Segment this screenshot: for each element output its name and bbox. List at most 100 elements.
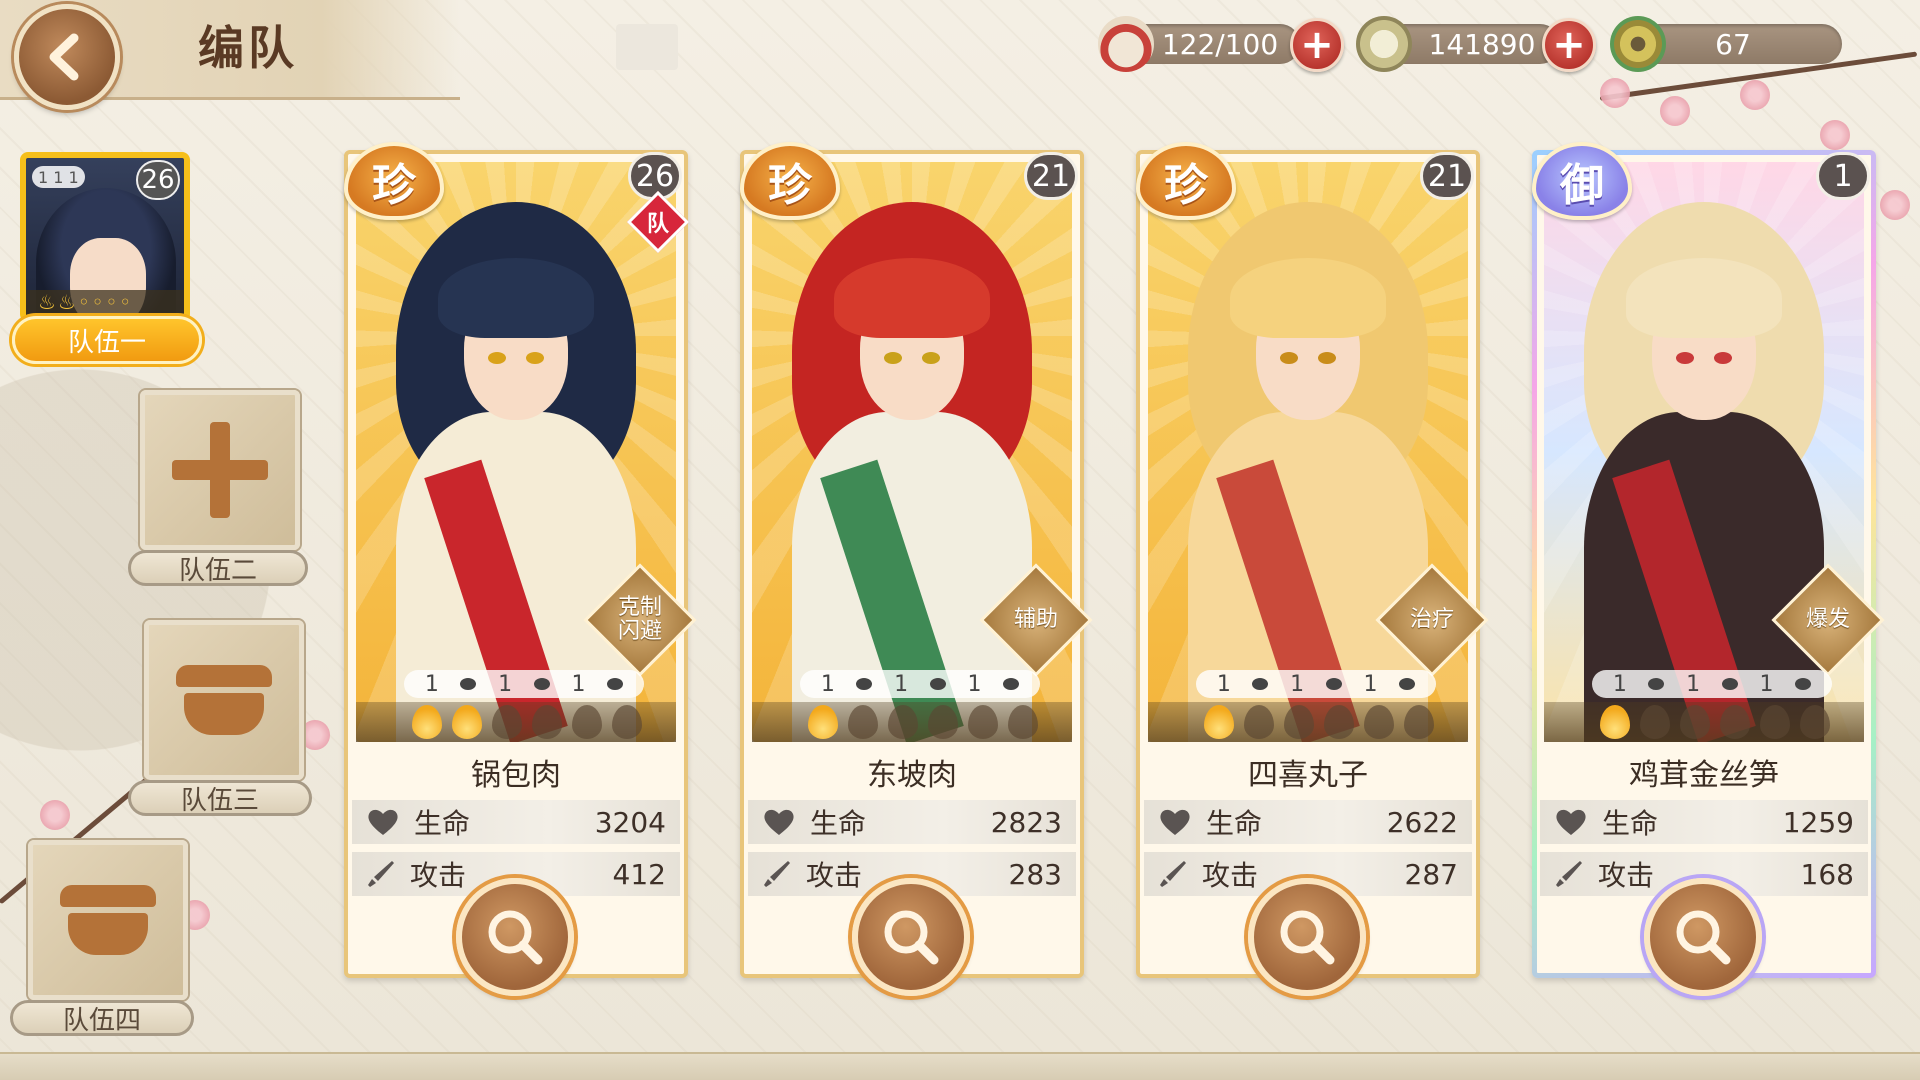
flame-icon bbox=[532, 705, 562, 739]
team-one-label[interactable]: 队伍一 bbox=[12, 316, 202, 364]
skill-level: 1 bbox=[1759, 671, 1774, 697]
character-card[interactable]: 珍 21 辅助 111 东坡肉 生命 2823 攻击 283 bbox=[740, 142, 1093, 996]
plus-icon: + bbox=[1300, 22, 1334, 68]
coin-icon bbox=[1356, 16, 1412, 72]
hp-row: 生命 1259 bbox=[1540, 800, 1868, 844]
flame-icon bbox=[452, 705, 482, 739]
bottom-strip bbox=[0, 1052, 1920, 1080]
character-card[interactable]: 珍 26 队 克制 闪避 111 锅包肉 生命 3204 攻击 412 bbox=[344, 142, 697, 996]
heart-icon bbox=[1556, 809, 1586, 835]
flame-icon bbox=[1640, 705, 1670, 739]
skill-level: 1 bbox=[894, 671, 909, 697]
eye bbox=[526, 352, 544, 364]
eye bbox=[922, 352, 940, 364]
view-details-button[interactable] bbox=[852, 878, 970, 996]
flame-icon bbox=[808, 705, 838, 739]
atk-value: 283 bbox=[1008, 857, 1062, 891]
skill-level: 1 bbox=[1216, 671, 1231, 697]
skill-strip: 1 1 1 bbox=[800, 670, 1040, 698]
character-name: 四喜丸子 bbox=[1248, 758, 1368, 793]
lock-icon bbox=[60, 885, 156, 955]
page-title: 编队 bbox=[198, 21, 298, 75]
hp-label: 生命 bbox=[414, 807, 471, 840]
flame-icon bbox=[412, 705, 442, 739]
blossom-decoration bbox=[1600, 78, 1630, 108]
flame-icon bbox=[1720, 705, 1750, 739]
hair-front bbox=[1230, 258, 1386, 338]
team-two-slot[interactable] bbox=[140, 390, 300, 550]
skill-level: 1 bbox=[498, 671, 513, 697]
hp-row: 生命 2622 bbox=[1144, 800, 1472, 844]
lock-icon bbox=[176, 665, 272, 735]
eye-skill-icon bbox=[1648, 678, 1665, 690]
character-name: 锅包肉 bbox=[471, 758, 561, 793]
skill-level: 1 bbox=[967, 671, 982, 697]
team-three-label[interactable]: 队伍三 bbox=[128, 780, 312, 816]
add-coin-button[interactable]: + bbox=[1542, 18, 1596, 72]
flame-icon bbox=[572, 705, 602, 739]
team-three-slot[interactable] bbox=[144, 620, 304, 780]
rice-bowl-icon bbox=[1098, 16, 1154, 72]
hp-value: 2622 bbox=[1386, 805, 1458, 839]
eye-skill-icon bbox=[460, 678, 477, 690]
team-four-label[interactable]: 队伍四 bbox=[10, 1000, 194, 1036]
flame-skill-icon bbox=[533, 678, 550, 690]
flame-icon bbox=[1244, 705, 1274, 739]
hair-front bbox=[1626, 258, 1782, 338]
blossom-decoration bbox=[1880, 190, 1910, 220]
skill-level: 1 bbox=[1290, 671, 1305, 697]
eye-skill-icon bbox=[856, 678, 873, 690]
atk-value: 412 bbox=[612, 857, 666, 891]
view-details-button[interactable] bbox=[456, 878, 574, 996]
add-team-icon bbox=[172, 422, 268, 518]
flame-skill-icon bbox=[1399, 678, 1416, 690]
hp-row: 生命 2823 bbox=[748, 800, 1076, 844]
flame-skill-icon bbox=[1003, 678, 1020, 690]
team-one-slot[interactable]: 1 1 1 26 ♨♨◦◦◦◦ bbox=[20, 152, 190, 322]
atk-value: 287 bbox=[1404, 857, 1458, 891]
eye bbox=[1676, 352, 1694, 364]
team-two-label[interactable]: 队伍二 bbox=[128, 550, 308, 586]
hp-label: 生命 bbox=[810, 807, 867, 840]
character-card[interactable]: 珍 21 治疗 111 四喜丸子 生命 2622 攻击 287 bbox=[1136, 142, 1489, 996]
flame-icon bbox=[968, 705, 998, 739]
skill-level: 1 bbox=[571, 671, 586, 697]
flame-icon bbox=[1800, 705, 1830, 739]
skill-strip: 1 1 1 bbox=[1592, 670, 1832, 698]
eye bbox=[1318, 352, 1336, 364]
star-flames bbox=[1148, 702, 1468, 742]
flame-icon bbox=[1600, 705, 1630, 739]
magnifier-icon bbox=[488, 910, 543, 965]
view-details-button[interactable] bbox=[1644, 878, 1762, 996]
heart-icon bbox=[764, 809, 794, 835]
eye bbox=[1280, 352, 1298, 364]
flame-icon bbox=[1324, 705, 1354, 739]
plus-icon: + bbox=[1552, 22, 1586, 68]
skill-level: 1 bbox=[1686, 671, 1701, 697]
character-card[interactable]: 御 1 爆发 111 鸡茸金丝笋 生命 1259 攻击 168 bbox=[1532, 142, 1885, 996]
skill-level: 1 bbox=[1363, 671, 1378, 697]
hp-value: 1259 bbox=[1782, 805, 1854, 839]
flame-skill-icon bbox=[1721, 678, 1738, 690]
team-four-slot[interactable] bbox=[28, 840, 188, 1000]
magnifier-icon bbox=[1676, 910, 1731, 965]
blossom-decoration bbox=[1660, 96, 1690, 126]
hp-label: 生命 bbox=[1206, 807, 1263, 840]
flame-skill-icon bbox=[1325, 678, 1342, 690]
blossom-decoration bbox=[40, 800, 70, 830]
header-placeholder bbox=[616, 24, 678, 70]
add-stamina-button[interactable]: + bbox=[1290, 18, 1344, 72]
flame-icon bbox=[1760, 705, 1790, 739]
skill-strip: 1 1 1 bbox=[1196, 670, 1436, 698]
skill-level: 1 bbox=[424, 671, 439, 697]
flame-icon bbox=[1680, 705, 1710, 739]
view-details-button[interactable] bbox=[1248, 878, 1366, 996]
magnifier-icon bbox=[1280, 910, 1335, 965]
eye-skill-icon bbox=[1252, 678, 1269, 690]
hp-value: 3204 bbox=[594, 805, 666, 839]
back-button[interactable] bbox=[14, 4, 120, 110]
eye bbox=[884, 352, 902, 364]
sword-icon bbox=[368, 861, 394, 887]
star-flames bbox=[1544, 702, 1864, 742]
flame-icon bbox=[1204, 705, 1234, 739]
